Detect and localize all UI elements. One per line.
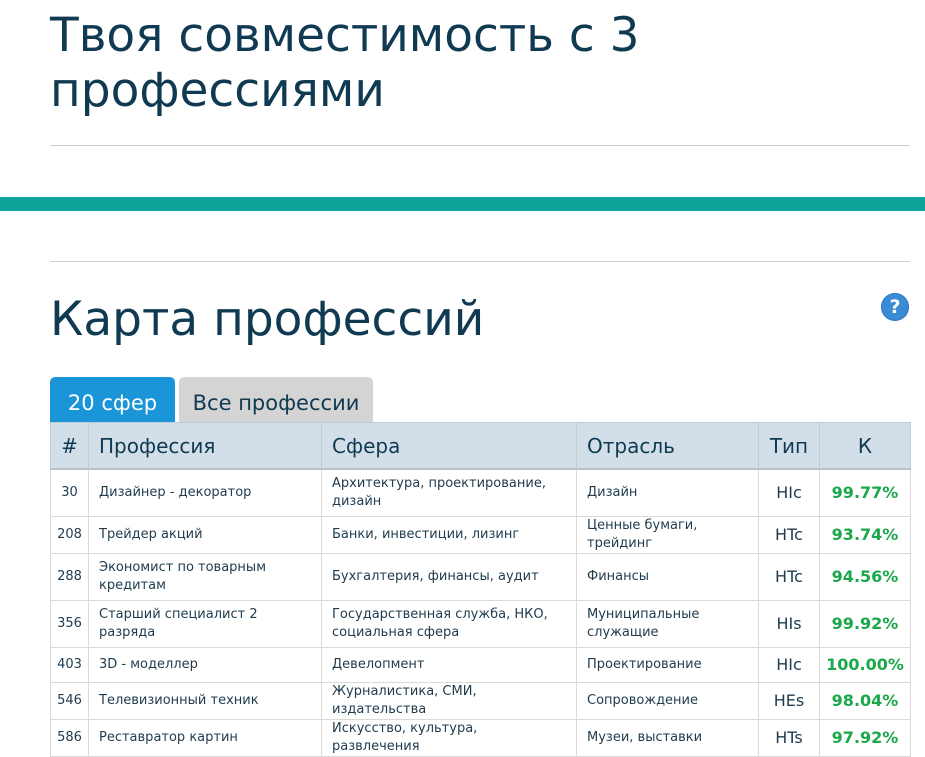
cell-type: HTs [758, 719, 820, 757]
table-row[interactable]: 288 Экономист по товарным кредитам Бухга… [50, 553, 911, 601]
column-header-sphere[interactable]: Сфера [321, 422, 577, 470]
cell-profession: 3D - моделлер [88, 647, 322, 683]
cell-k-score: 97.92% [819, 719, 911, 757]
column-header-industry[interactable]: Отрасль [576, 422, 759, 470]
divider [50, 145, 910, 146]
cell-industry: Сопровождение [576, 682, 759, 720]
table-row[interactable]: 586 Реставратор картин Искусство, культу… [50, 719, 911, 757]
professions-table: # Профессия Сфера Отрасль Тип К 30 Дизай… [50, 422, 911, 757]
cell-type: HIc [758, 468, 820, 517]
cell-industry: Дизайн [576, 468, 759, 517]
section-title: Карта профессий [50, 292, 485, 347]
cell-k-score: 100.00% [819, 647, 911, 683]
cell-industry: Музеи, выставки [576, 719, 759, 757]
column-header-number[interactable]: # [50, 422, 89, 470]
cell-profession: Трейдер акций [88, 516, 322, 554]
cell-industry: Муниципальные служащие [576, 600, 759, 648]
table-row[interactable]: 546 Телевизионный техник Журналистика, С… [50, 682, 911, 720]
cell-number: 586 [50, 719, 89, 757]
table-row[interactable]: 356 Старший специалист 2 разряда Государ… [50, 600, 911, 648]
table-row[interactable]: 208 Трейдер акций Банки, инвестиции, лиз… [50, 516, 911, 554]
cell-sphere: Государственная служба, НКО, социальная … [321, 600, 577, 648]
cell-profession: Старший специалист 2 разряда [88, 600, 322, 648]
divider [50, 261, 910, 262]
cell-profession: Экономист по товарным кредитам [88, 553, 322, 601]
accent-band [0, 197, 925, 211]
cell-k-score: 93.74% [819, 516, 911, 554]
cell-sphere: Девелопмент [321, 647, 577, 683]
cell-k-score: 94.56% [819, 553, 911, 601]
tab-20-spheres[interactable]: 20 сфер [50, 377, 175, 422]
cell-profession: Телевизионный техник [88, 682, 322, 720]
table-row[interactable]: 30 Дизайнер - декоратор Архитектура, про… [50, 468, 911, 517]
cell-type: HTc [758, 553, 820, 601]
cell-sphere: Журналистика, СМИ, издательства [321, 682, 577, 720]
cell-industry: Финансы [576, 553, 759, 601]
tab-all-professions[interactable]: Все профессии [179, 377, 373, 422]
cell-profession: Реставратор картин [88, 719, 322, 757]
cell-k-score: 99.77% [819, 468, 911, 517]
cell-type: HIc [758, 647, 820, 683]
column-header-type[interactable]: Тип [758, 422, 820, 470]
cell-k-score: 98.04% [819, 682, 911, 720]
column-header-k[interactable]: К [819, 422, 911, 470]
cell-sphere: Банки, инвестиции, лизинг [321, 516, 577, 554]
column-header-profession[interactable]: Профессия [88, 422, 322, 470]
cell-type: HIs [758, 600, 820, 648]
cell-number: 30 [50, 468, 89, 517]
table-header-row: # Профессия Сфера Отрасль Тип К [50, 422, 911, 470]
table-row[interactable]: 403 3D - моделлер Девелопмент Проектиров… [50, 647, 911, 683]
cell-number: 546 [50, 682, 89, 720]
cell-number: 208 [50, 516, 89, 554]
cell-industry: Ценные бумаги, трейдинг [576, 516, 759, 554]
cell-industry: Проектирование [576, 647, 759, 683]
cell-k-score: 99.92% [819, 600, 911, 648]
cell-number: 403 [50, 647, 89, 683]
cell-type: HTc [758, 516, 820, 554]
cell-profession: Дизайнер - декоратор [88, 468, 322, 517]
help-icon[interactable]: ? [881, 293, 909, 321]
cell-type: HEs [758, 682, 820, 720]
cell-sphere: Бухгалтерия, финансы, аудит [321, 553, 577, 601]
cell-sphere: Искусство, культура, развлечения [321, 719, 577, 757]
cell-sphere: Архитектура, проектирование, дизайн [321, 468, 577, 517]
page-title: Твоя совместимость с 3 профессиями [50, 8, 640, 118]
cell-number: 288 [50, 553, 89, 601]
cell-number: 356 [50, 600, 89, 648]
